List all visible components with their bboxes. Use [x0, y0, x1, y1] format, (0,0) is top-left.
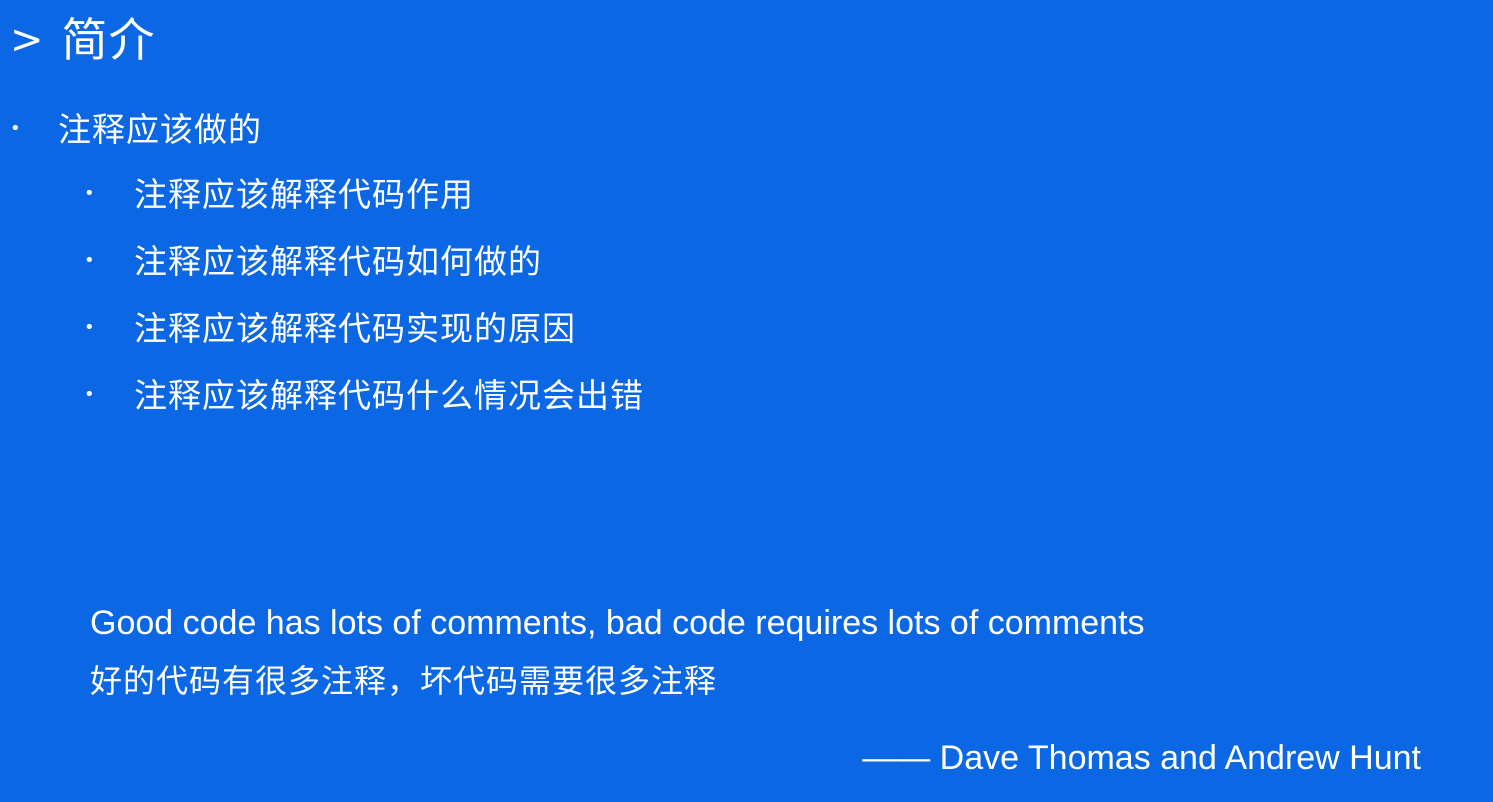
bullet-text-level2-4: 注释应该解释代码什么情况会出错	[134, 376, 644, 415]
bullet-text-level2-1: 注释应该解释代码作用	[134, 175, 474, 214]
bullet-dot-icon: •	[84, 249, 95, 271]
bullet-dot-icon: •	[84, 182, 95, 204]
bullet-text-level2-3: 注释应该解释代码实现的原因	[134, 309, 576, 348]
bullet-item-level2-1: • 注释应该解释代码作用	[84, 175, 474, 215]
bullet-item-level1: • 注释应该做的	[10, 110, 262, 150]
bullet-item-level2-3: • 注释应该解释代码实现的原因	[84, 309, 576, 349]
slide-canvas: > 简介 • 注释应该做的 • 注释应该解释代码作用 • 注释应该解释代码如何做…	[0, 0, 1493, 802]
quote-block: Good code has lots of comments, bad code…	[90, 603, 1145, 700]
bullet-text-level2-2: 注释应该解释代码如何做的	[134, 242, 542, 281]
bullet-dot-icon: •	[10, 117, 21, 139]
bullet-text-level1: 注释应该做的	[58, 110, 262, 149]
quote-english: Good code has lots of comments, bad code…	[90, 604, 1145, 642]
bullet-item-level2-2: • 注释应该解释代码如何做的	[84, 242, 542, 282]
bullet-dot-icon: •	[84, 316, 95, 338]
bullet-item-level2-4: • 注释应该解释代码什么情况会出错	[84, 376, 644, 416]
bullet-dot-icon: •	[84, 383, 95, 405]
quote-chinese: 好的代码有很多注释，坏代码需要很多注释	[90, 661, 718, 700]
quote-attribution: —— Dave Thomas and Andrew Hunt	[862, 739, 1421, 777]
